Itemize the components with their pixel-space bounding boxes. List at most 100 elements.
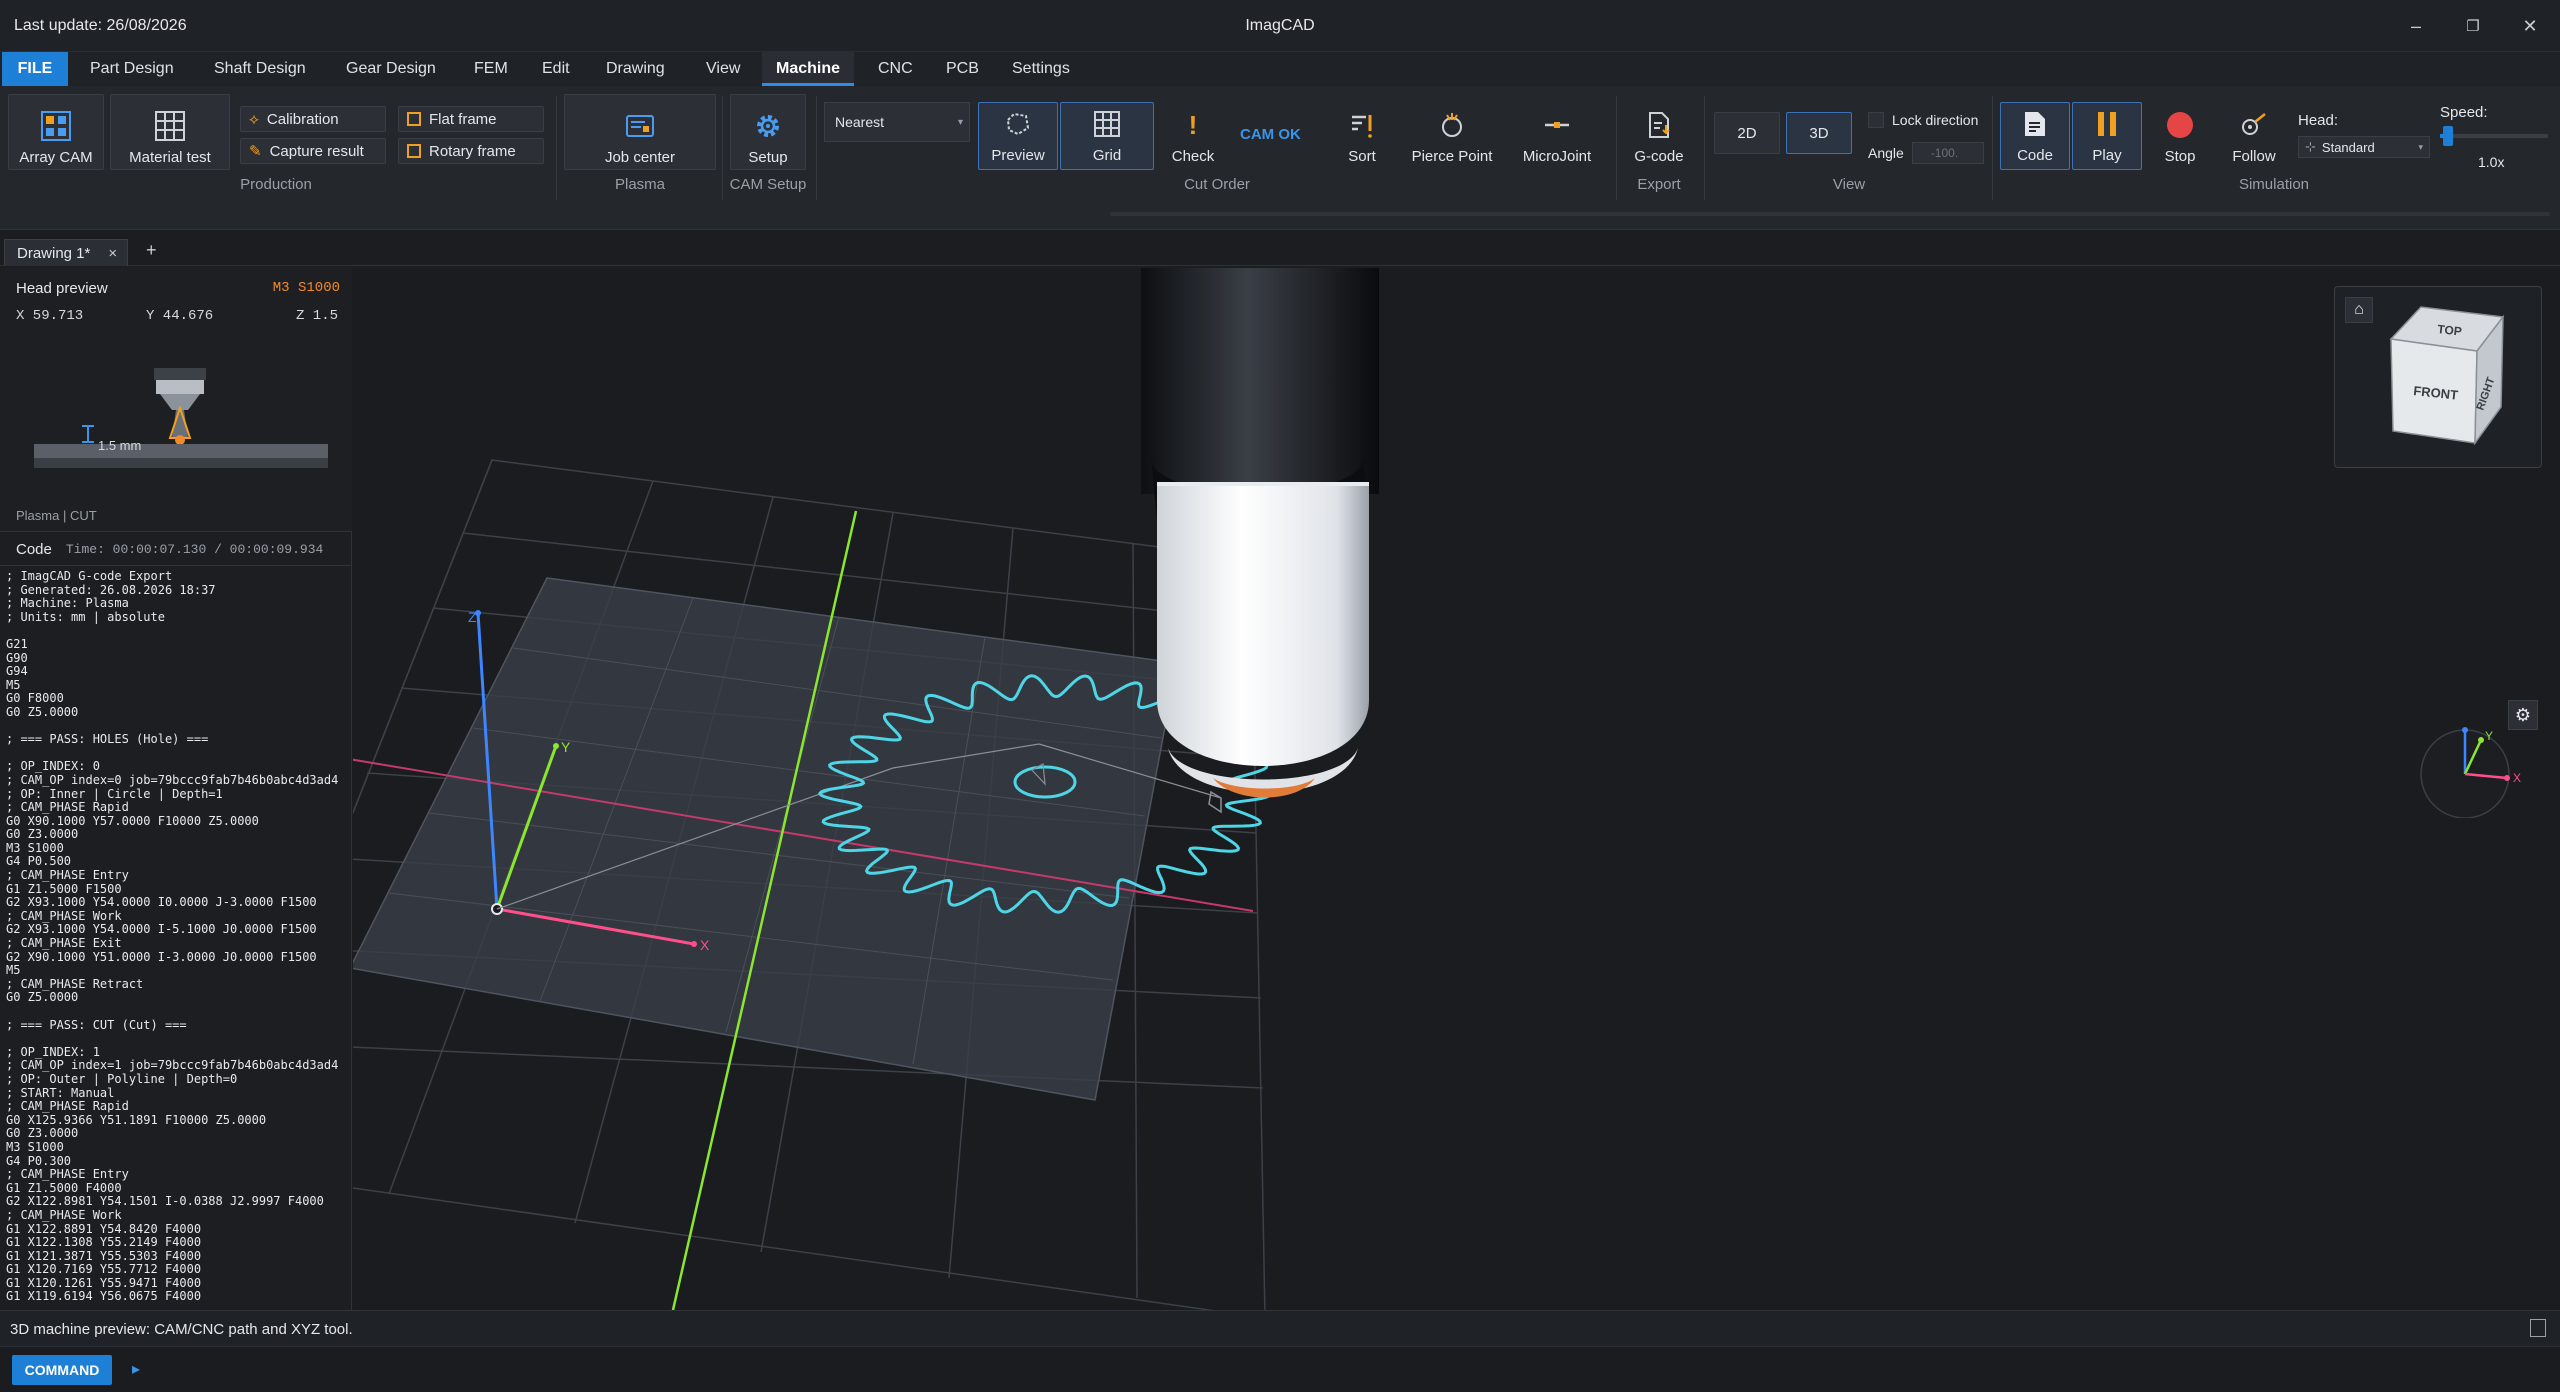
menu-cnc[interactable]: CNC [864,52,927,86]
code-line: G2 X90.1000 Y51.0000 I-3.0000 J0.0000 F1… [6,949,317,964]
flat-frame-icon [407,112,421,126]
code-line: ; CAM_PHASE Rapid [6,1099,129,1114]
view-2d-label: 2D [1737,124,1757,142]
check-button[interactable]: ! Check [1160,94,1226,170]
ribbon-scrollbar[interactable] [1110,212,2550,216]
close-tab-icon[interactable]: × [108,245,117,262]
capture-result-button[interactable]: ✎ Capture result [240,138,386,164]
code-panel-header: Code Time: 00:00:07.130 / 00:00:09.934 [0,534,352,566]
code-line: G0 F8000 [6,691,64,706]
menu-file[interactable]: FILE [2,52,68,86]
code-line: G0 Z3.0000 [6,827,79,842]
grid-button[interactable]: Grid [1060,102,1154,170]
sort-icon [1345,108,1379,142]
menu-fem[interactable]: FEM [460,52,522,86]
play-label: Play [2092,147,2122,164]
rotary-frame-button[interactable]: Rotary frame [398,138,544,164]
material-test-button[interactable]: Material test [110,94,230,170]
view-3d-button[interactable]: 3D [1786,112,1852,154]
menu-settings[interactable]: Settings [998,52,1084,86]
material-test-label: Material test [129,149,211,166]
flat-frame-button[interactable]: Flat frame [398,106,544,132]
command-prompt-icon: ▸ [132,1361,141,1378]
code-toggle-button[interactable]: Code [2000,102,2070,170]
speed-slider-thumb[interactable] [2443,126,2454,146]
play-button[interactable]: Play [2072,102,2142,170]
code-line: ; Units: mm | absolute [6,609,165,624]
grid-table-icon [153,109,187,143]
code-line: ; CAM_PHASE Rapid [6,800,129,815]
menu-machine[interactable]: Machine [762,52,855,86]
speed-slider[interactable] [2440,126,2548,146]
add-tab-button[interactable]: + [146,240,157,261]
stop-button[interactable]: Stop [2148,94,2212,170]
viewcube[interactable]: TOP FRONT RIGHT [2381,299,2521,455]
machine-scene: Z Y X [353,268,1379,1310]
lock-direction-checkbox[interactable] [1868,112,1884,128]
close-window-button[interactable]: ✕ [2507,10,2553,42]
menu-drawing[interactable]: Drawing [592,52,679,86]
setup-label: Setup [748,149,788,166]
restore-button[interactable]: ❐ [2450,10,2496,42]
menu-pcb[interactable]: PCB [932,52,993,86]
sort-button[interactable]: Sort [1320,94,1404,170]
y-axis-label: Y [561,739,571,755]
view-2d-button[interactable]: 2D [1714,112,1780,154]
array-cam-button[interactable]: Array CAM [8,94,104,170]
job-center-button[interactable]: Job center [564,94,716,170]
microjoint-icon [1540,108,1574,142]
menu-view[interactable]: View [692,52,754,86]
code-line: ; START: Manual [6,1085,115,1100]
viewcube-top-label[interactable]: TOP [2437,322,2463,338]
code-line: ; ImagCAD G-code Export [6,570,173,583]
workpiece-sheet [353,577,1178,1101]
app-title: ImagCAD [1245,17,1315,34]
divider [1992,96,1993,200]
x-axis-label: X [700,937,710,953]
code-line: G1 Z1.5000 F1500 [6,881,122,896]
rotary-frame-label: Rotary frame [429,142,516,160]
3d-viewport[interactable]: Z Y X ⚙ Y X [353,268,2560,1310]
preview-button[interactable]: Preview [978,102,1058,170]
lock-direction-toggle[interactable]: Lock direction [1868,112,1978,128]
gcode-listing[interactable]: ; ImagCAD G-code Export; Generated: 26.0… [6,570,350,1308]
menu-bar: FILE Part Design Shaft Design Gear Desig… [0,52,2560,86]
plasma-torch [1141,268,1379,798]
angle-input[interactable]: -100. [1911,142,1984,164]
menu-gear-design[interactable]: Gear Design [332,52,450,86]
setup-button[interactable]: Setup [730,94,806,170]
home-view-icon[interactable]: ⌂ [2345,297,2373,323]
microjoint-button[interactable]: MicroJoint [1504,94,1610,170]
pierce-point-button[interactable]: Pierce Point [1404,94,1500,170]
gcode-export-button[interactable]: G-code [1622,94,1696,170]
document-tab[interactable]: Drawing 1* × [4,239,128,266]
head-dropdown[interactable]: ⊹ Standard ▾ [2298,136,2430,158]
menu-part-design[interactable]: Part Design [76,52,188,86]
divider [556,96,557,200]
chevron-down-icon: ▾ [2418,141,2423,152]
command-button[interactable]: COMMAND [12,1355,112,1385]
sort-strategy-dropdown[interactable]: Nearest ▾ [824,102,970,142]
check-label: Check [1171,148,1215,165]
head-icon: ⊹ [2305,139,2316,154]
array-cam-label: Array CAM [19,149,93,166]
divider [816,96,817,200]
command-input[interactable] [152,1355,2542,1385]
gear-icon [751,109,785,143]
follow-label: Follow [2232,148,2276,165]
code-line: ; CAM_PHASE Entry [6,1167,129,1182]
menu-shaft-design[interactable]: Shaft Design [200,52,320,86]
title-bar: Last update: 26/08/2026 ImagCAD – ❐ ✕ [0,0,2560,52]
calibration-button[interactable]: ⟡ Calibration [240,106,386,132]
spindle-command-badge: M3 S1000 [272,280,340,296]
status-document-icon[interactable] [2530,1319,2546,1337]
code-line: ; CAM_PHASE Work [6,1207,122,1222]
speed-value: 1.0x [2478,154,2505,170]
menu-edit[interactable]: Edit [528,52,584,86]
process-mode-label: Plasma | CUT [16,508,97,523]
follow-button[interactable]: Follow [2218,94,2290,170]
minimize-button[interactable]: – [2393,10,2439,42]
warning-icon: ! [1188,109,1198,140]
left-panel: Head preview M3 S1000 X 59.713 Y 44.676 … [0,268,352,1310]
